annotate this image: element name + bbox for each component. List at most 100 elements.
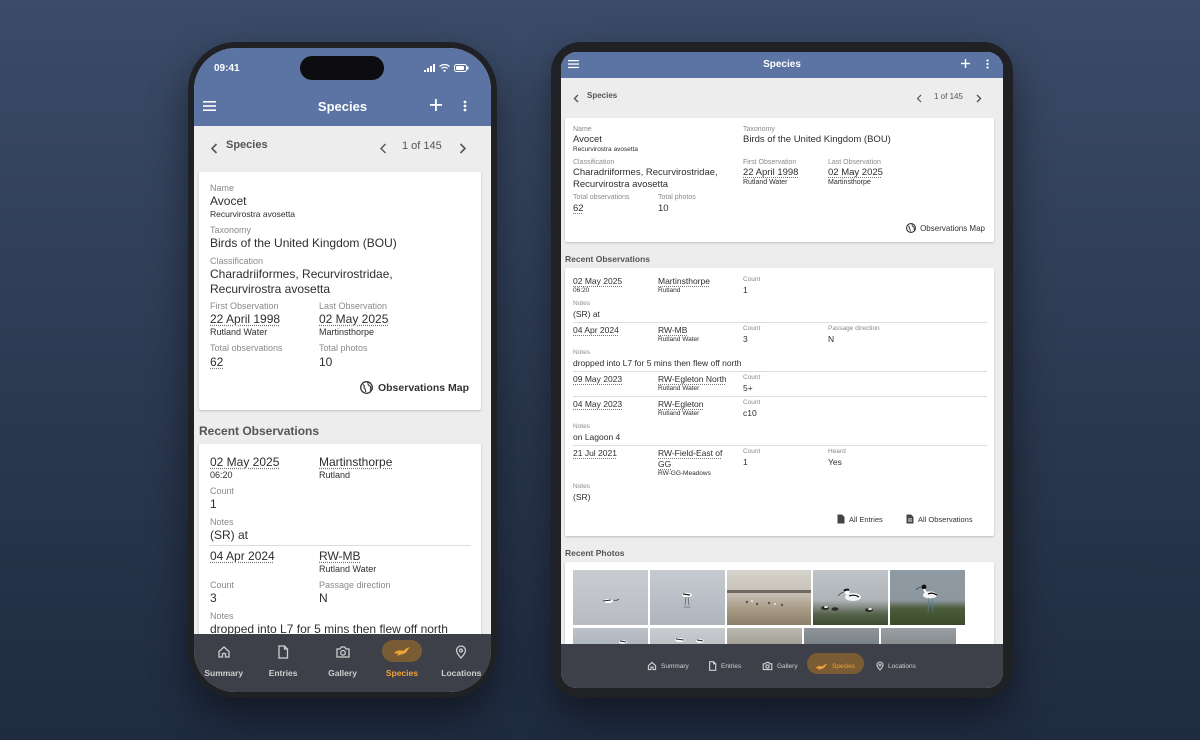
nav-species[interactable]: Species <box>372 634 431 692</box>
avocet-photo-image <box>619 640 627 644</box>
observation-location[interactable]: Martinsthorpe <box>658 276 710 286</box>
observation-date[interactable]: 04 Apr 2024 <box>573 325 619 335</box>
back-chevron-icon[interactable] <box>573 94 579 103</box>
row-divider <box>573 322 987 323</box>
next-chevron-icon[interactable] <box>976 94 982 103</box>
add-icon[interactable] <box>960 58 971 69</box>
notes-label: Notes <box>573 483 590 490</box>
observation-notes: (SR) <box>573 492 591 502</box>
photo-thumbnail[interactable] <box>727 628 802 644</box>
observation-date[interactable]: 21 Jul 2021 <box>573 448 617 458</box>
last-observation-place: Martinsthorpe <box>319 327 375 337</box>
nav-entries[interactable]: Entries <box>253 634 312 692</box>
notes-label: Notes <box>573 349 590 356</box>
nav-summary[interactable]: Summary <box>647 644 689 688</box>
observation-location[interactable]: RW-MB <box>319 549 361 563</box>
observation-count: 5+ <box>743 383 753 393</box>
photo-thumbnail[interactable] <box>650 628 725 644</box>
recent-observations-card: 02 May 2025 06:20 Martinsthorpe Rutland … <box>565 268 994 536</box>
photo-thumbnail[interactable] <box>881 628 956 644</box>
all-entries-button[interactable]: All Entries <box>837 514 883 524</box>
next-chevron-icon[interactable] <box>459 143 467 154</box>
back-chevron-icon[interactable] <box>210 143 218 154</box>
app-bar: Species <box>194 91 491 126</box>
nav-label: Species <box>385 668 418 678</box>
count-label: Count <box>743 276 761 283</box>
camera-icon <box>335 646 350 658</box>
photo-thumbnail[interactable] <box>813 570 888 625</box>
mudflat-photo-image <box>727 590 811 607</box>
observations-map-label: Observations Map <box>920 223 985 233</box>
observation-date[interactable]: 02 May 2025 <box>210 455 279 469</box>
all-observations-button[interactable]: All Observations <box>906 514 973 524</box>
photo-thumbnail[interactable] <box>573 570 648 625</box>
photo-thumbnail[interactable] <box>727 570 811 625</box>
count-label: Count <box>743 448 761 455</box>
passage-direction-label: Passage direction <box>319 580 391 590</box>
first-observation-date[interactable]: 22 April 1998 <box>743 167 798 178</box>
photo-thumbnail[interactable] <box>804 628 879 644</box>
name-label: Name <box>573 126 592 133</box>
recent-photos-card <box>565 562 994 644</box>
observations-map-button[interactable]: Observations Map <box>906 223 985 233</box>
previous-chevron-icon[interactable] <box>916 94 922 103</box>
nav-entries[interactable]: Entries <box>708 644 741 688</box>
taxonomy-value: Birds of the United Kingdom (BOU) <box>210 236 397 250</box>
observation-location-line-2[interactable]: GG <box>658 459 671 469</box>
observations-map-button[interactable]: Observations Map <box>360 381 469 394</box>
count-label: Count <box>743 374 761 381</box>
observation-count: 1 <box>210 497 217 511</box>
photo-thumbnail[interactable] <box>650 570 725 625</box>
nav-locations[interactable]: Locations <box>432 634 491 692</box>
observation-date[interactable]: 04 Apr 2024 <box>210 549 275 563</box>
content-scroll[interactable]: Species 1 of 145 Name Avocet Recurvirost… <box>194 126 491 634</box>
observation-date[interactable]: 09 May 2023 <box>573 374 622 384</box>
content-scroll[interactable]: Species 1 of 145 Name Avocet Recurvirost… <box>561 78 1003 644</box>
nav-species[interactable]: Species <box>815 644 855 688</box>
observation-location-line-1[interactable]: RW-Field-East of <box>658 448 722 458</box>
observation-date[interactable]: 02 May 2025 <box>573 276 622 286</box>
observation-location[interactable]: Martinsthorpe <box>319 455 392 469</box>
more-options-icon[interactable] <box>463 100 467 112</box>
nav-label: Locations <box>441 668 482 678</box>
heard-label: Heard <box>828 448 846 455</box>
nav-summary[interactable]: Summary <box>194 634 253 692</box>
count-label: Count <box>743 325 761 332</box>
photo-thumbnail[interactable] <box>890 570 965 625</box>
first-observation-date[interactable]: 22 April 1998 <box>210 312 280 326</box>
total-observations-value[interactable]: 62 <box>573 203 584 214</box>
total-photos-label: Total photos <box>658 194 696 201</box>
last-observation-date[interactable]: 02 May 2025 <box>319 312 388 326</box>
phone-device: 09:41 Species Species 1 of 145 Name Avoc… <box>188 42 497 698</box>
back-label[interactable]: Species <box>226 139 268 151</box>
more-options-icon[interactable] <box>986 59 989 69</box>
nav-gallery[interactable]: Gallery <box>313 634 372 692</box>
observation-date[interactable]: 04 May 2023 <box>573 399 622 409</box>
record-position: 1 of 145 <box>934 92 963 101</box>
classification-line-2: Recurvirostra avosetta <box>573 179 669 190</box>
nav-gallery[interactable]: Gallery <box>762 644 798 688</box>
add-icon[interactable] <box>429 98 443 112</box>
location-pin-icon <box>456 645 467 659</box>
photo-thumbnail[interactable] <box>573 628 648 644</box>
first-observation-place: Rutland Water <box>210 327 268 337</box>
phone-screen: 09:41 Species Species 1 of 145 Name Avoc… <box>194 48 491 692</box>
observation-location[interactable]: RW-Egleton <box>658 399 704 409</box>
notes-label: Notes <box>210 611 234 621</box>
observation-location[interactable]: RW-Egleton North <box>658 374 727 384</box>
total-photos-value: 10 <box>658 203 669 214</box>
nav-label: Summary <box>661 662 689 670</box>
tablet-device: Species Species 1 of 145 Name Avocet Rec… <box>551 42 1013 698</box>
previous-chevron-icon[interactable] <box>379 143 387 154</box>
observation-location[interactable]: RW-MB <box>658 325 687 335</box>
back-label[interactable]: Species <box>587 91 617 100</box>
nav-locations[interactable]: Locations <box>876 644 916 688</box>
dynamic-island <box>300 56 384 80</box>
classification-line-1: Charadriiformes, Recurvirostridae, <box>573 167 718 178</box>
count-label: Count <box>210 580 235 590</box>
count-label: Count <box>743 399 761 406</box>
last-observation-date[interactable]: 02 May 2025 <box>828 167 883 178</box>
observation-count: c10 <box>743 408 757 418</box>
page-title: Species <box>763 59 801 70</box>
total-observations-value[interactable]: 62 <box>210 355 223 369</box>
